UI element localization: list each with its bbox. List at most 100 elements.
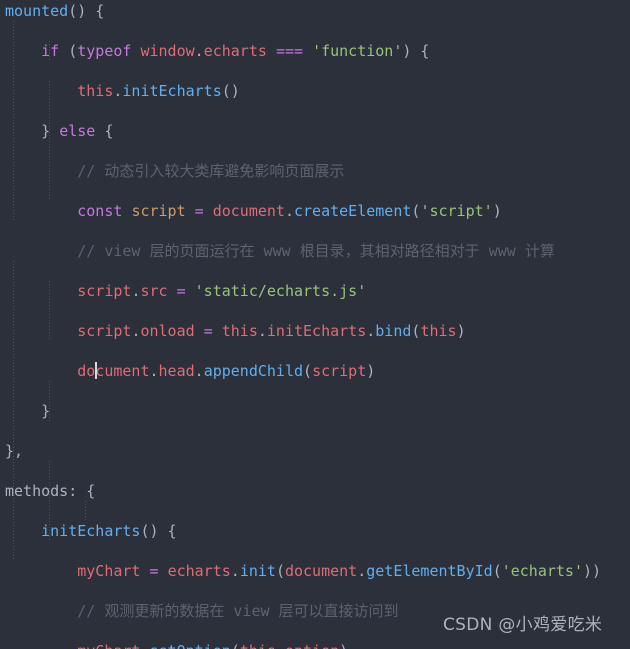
code-token: if bbox=[41, 42, 60, 60]
code-token: } bbox=[5, 402, 51, 420]
code-token: ) bbox=[456, 322, 466, 340]
code-token: = bbox=[203, 322, 213, 340]
code-line[interactable]: script.src = 'static/echarts.js' bbox=[0, 281, 630, 301]
code-line[interactable]: if (typeof window.echarts === 'function'… bbox=[0, 41, 630, 61]
code-token: www bbox=[254, 242, 300, 260]
code-editor-screenshot: mounted() { if (typeof window.echarts ==… bbox=[0, 0, 630, 649]
code-token: . bbox=[194, 362, 204, 380]
code-line[interactable]: myChart.setOption(this.option) bbox=[0, 641, 630, 649]
code-token: createElement bbox=[294, 202, 412, 220]
code-line[interactable]: script.onload = this.initEcharts.bind(th… bbox=[0, 321, 630, 341]
code-token: ( bbox=[59, 42, 78, 60]
code-token: ( bbox=[231, 642, 240, 649]
code-token: const bbox=[77, 202, 123, 220]
code-token: 层的页面运行在 bbox=[149, 242, 255, 260]
code-token: . bbox=[276, 642, 285, 649]
text-caret bbox=[95, 362, 97, 379]
code-token: script bbox=[131, 202, 186, 220]
code-token: . bbox=[230, 562, 240, 580]
code-token: www bbox=[479, 242, 525, 260]
code-line[interactable]: // 动态引入较大类库避免影响页面展示 bbox=[0, 161, 630, 181]
code-token: getElementById bbox=[366, 562, 493, 580]
code-token: ) bbox=[492, 202, 502, 220]
code-token: // bbox=[77, 162, 105, 180]
code-line[interactable]: mounted() { bbox=[0, 1, 630, 21]
code-token: ) { bbox=[402, 42, 430, 60]
code-token: myChart bbox=[77, 642, 140, 649]
code-line[interactable]: // view 层的页面运行在 www 根目录，其相对路径相对于 www 计算 bbox=[0, 241, 630, 261]
code-token: ) bbox=[366, 362, 376, 380]
code-line[interactable]: this.initEcharts() bbox=[0, 81, 630, 101]
code-token: 计算 bbox=[524, 242, 555, 260]
code-token: script bbox=[77, 282, 132, 300]
code-token: script bbox=[312, 362, 367, 380]
code-token: option bbox=[285, 642, 339, 649]
code-token: { bbox=[95, 122, 114, 140]
code-token: initEcharts bbox=[266, 322, 367, 340]
code-token: src bbox=[140, 282, 168, 300]
code-content[interactable]: mounted() { if (typeof window.echarts ==… bbox=[0, 1, 630, 649]
code-line[interactable]: } bbox=[0, 401, 630, 421]
code-line[interactable]: methods: { bbox=[0, 481, 630, 501]
code-token: = bbox=[176, 282, 186, 300]
code-token: head bbox=[158, 362, 195, 380]
code-line[interactable]: initEcharts() { bbox=[0, 521, 630, 541]
code-token: ( bbox=[275, 562, 285, 580]
code-token: () bbox=[221, 82, 240, 100]
code-token: 'function' bbox=[312, 42, 403, 60]
code-token: this bbox=[221, 322, 258, 340]
code-token: view bbox=[224, 602, 279, 620]
code-token: this bbox=[240, 642, 276, 649]
code-token: typeof bbox=[77, 42, 132, 60]
code-token: . bbox=[149, 362, 159, 380]
code-line[interactable]: } else { bbox=[0, 121, 630, 141]
code-token: this bbox=[420, 322, 457, 340]
code-token: ( bbox=[492, 562, 502, 580]
code-token: = bbox=[149, 562, 159, 580]
code-token: // view bbox=[77, 242, 150, 260]
code-token: else bbox=[59, 122, 96, 140]
code-token: } bbox=[5, 122, 60, 140]
code-token: . bbox=[194, 42, 204, 60]
code-token: setOption bbox=[150, 642, 231, 649]
code-line[interactable]: }, bbox=[0, 441, 630, 461]
code-line[interactable]: const script = document.createElement('s… bbox=[0, 201, 630, 221]
code-token: document bbox=[77, 362, 150, 380]
code-token: // bbox=[77, 602, 105, 620]
code-line[interactable]: myChart = echarts.init(document.getEleme… bbox=[0, 561, 630, 581]
code-token: init bbox=[239, 562, 276, 580]
code-token: . bbox=[366, 322, 376, 340]
code-token: echarts bbox=[167, 562, 231, 580]
code-token: 观测更新的数据在 bbox=[104, 602, 225, 620]
code-token: === bbox=[275, 42, 304, 60]
code-token: initEcharts bbox=[122, 82, 222, 100]
code-token: ( bbox=[303, 362, 313, 380]
code-token: methods bbox=[5, 482, 69, 500]
code-token: : { bbox=[68, 482, 96, 500]
code-token: 'script' bbox=[420, 202, 493, 220]
code-token: 根目录，其相对路径相对于 bbox=[299, 242, 480, 260]
code-token: 'static/echarts.js' bbox=[194, 282, 367, 300]
code-token: }, bbox=[5, 442, 24, 460]
code-token: . bbox=[140, 642, 149, 649]
code-token: window bbox=[140, 42, 195, 60]
